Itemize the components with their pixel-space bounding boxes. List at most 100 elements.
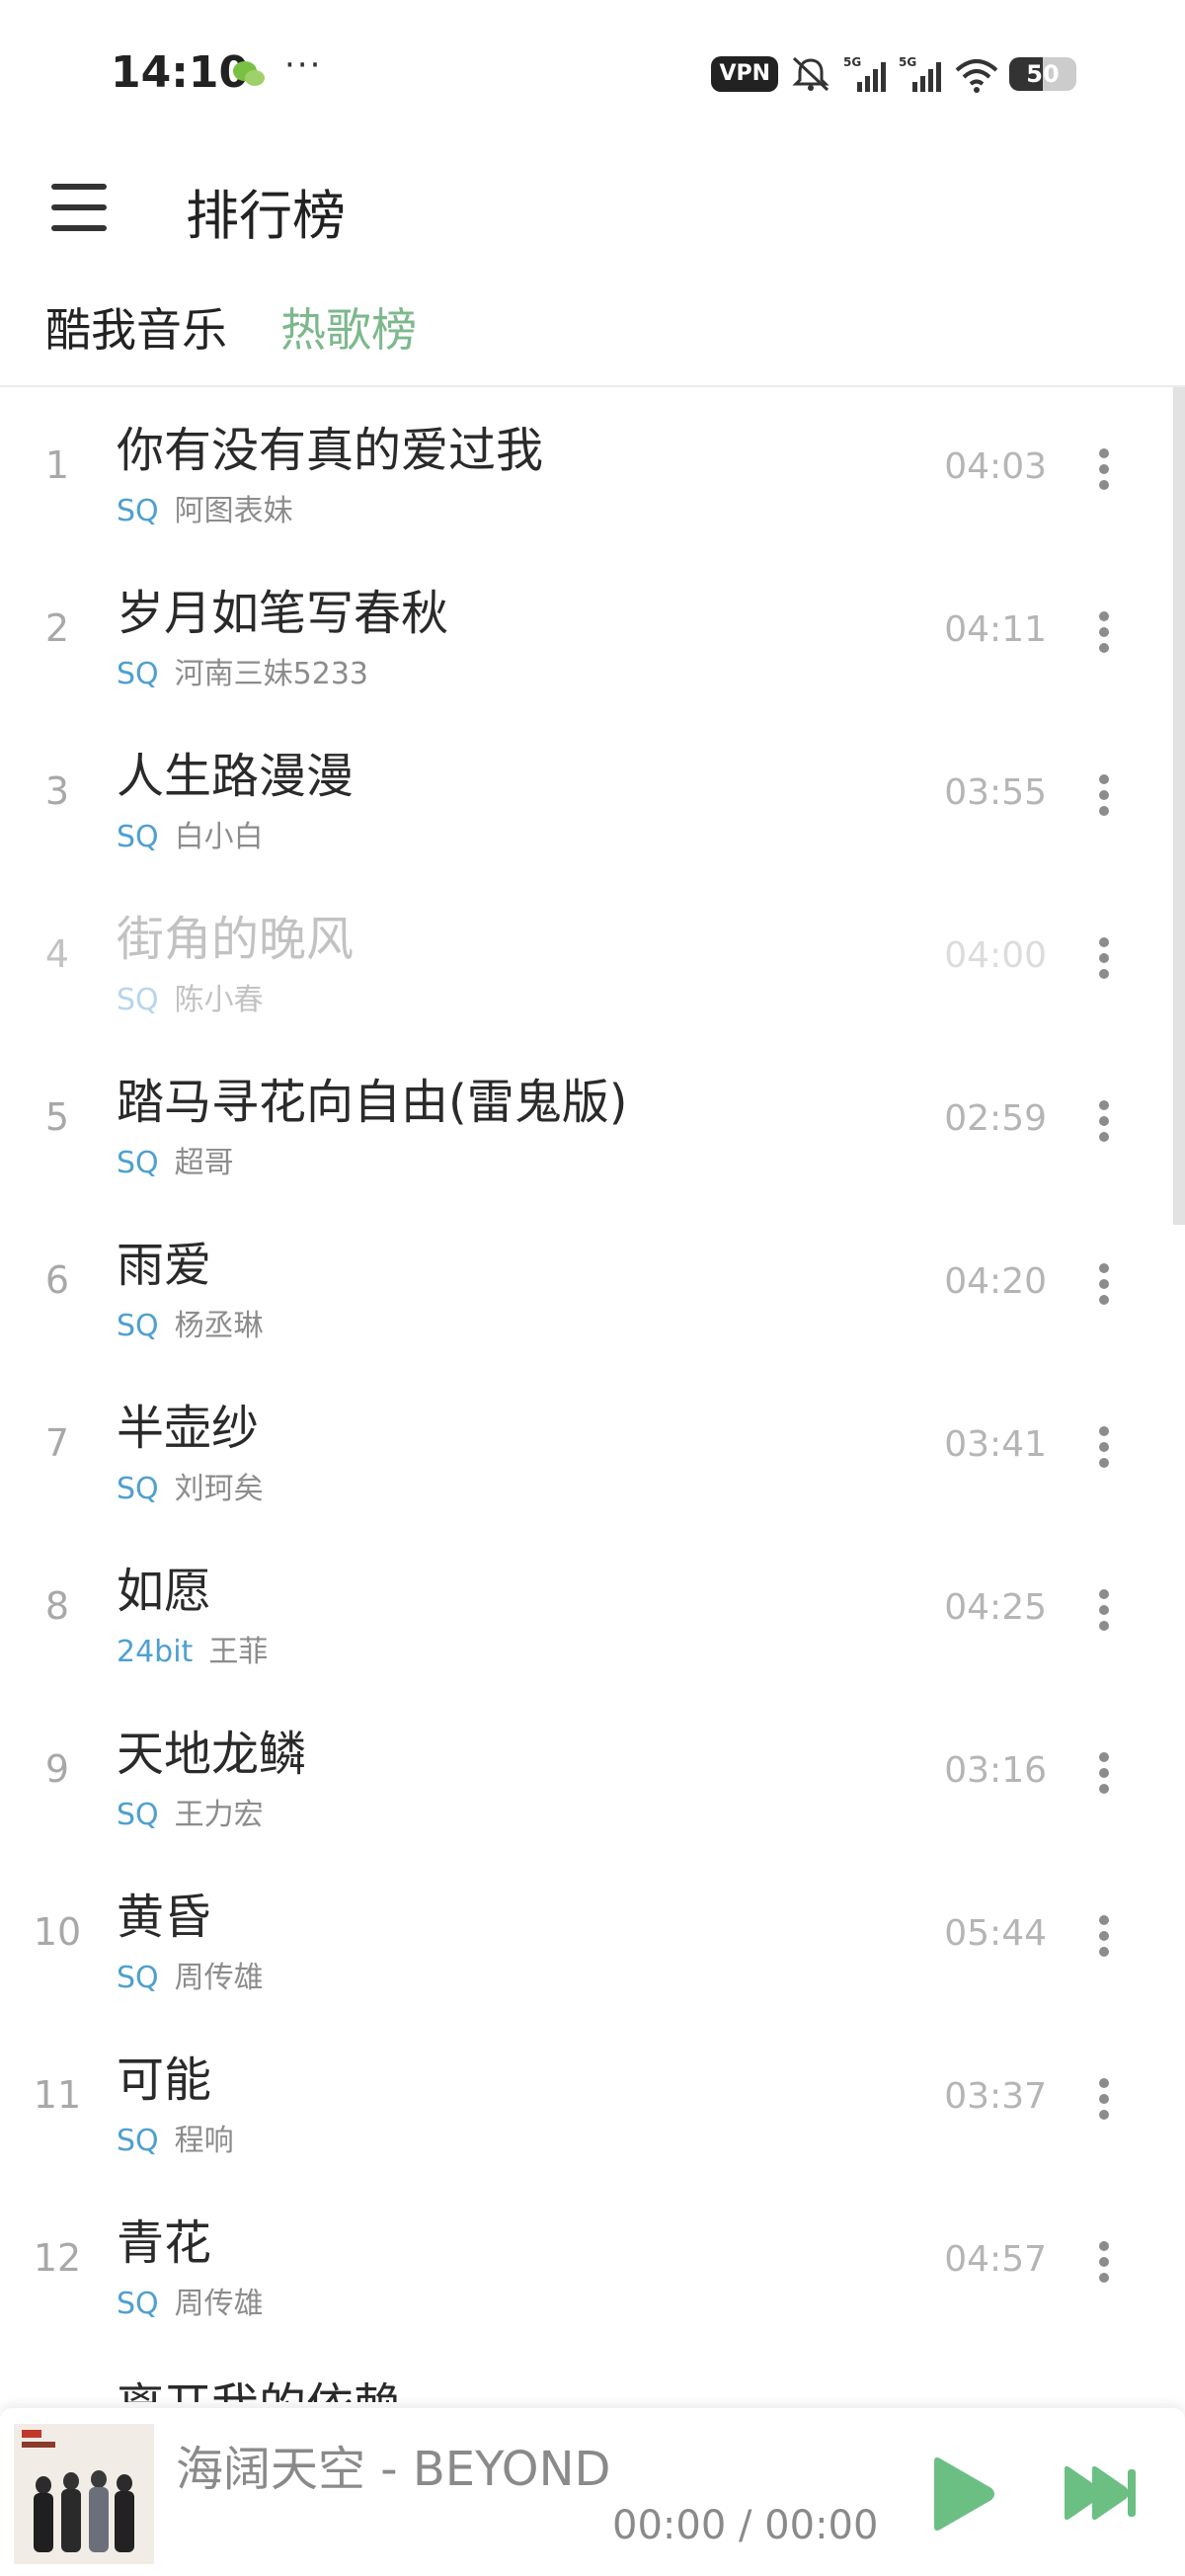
quality-badge: SQ (117, 820, 159, 854)
song-row[interactable]: 7 半壶纱 SQ 刘珂矣 03:41 (0, 1365, 1175, 1528)
now-playing-title: 海阔天空 - BEYOND (176, 2442, 611, 2497)
song-duration: 04:11 (944, 609, 1047, 650)
menu-icon[interactable] (51, 184, 107, 231)
mute-icon (792, 56, 830, 92)
more-options-icon[interactable] (1096, 1589, 1112, 1635)
quality-badge: SQ (117, 1472, 159, 1506)
quality-badge: SQ (117, 494, 159, 528)
status-bar: 14:10 ··· VPN 5G 5G 50 (0, 0, 1185, 148)
song-rank: 1 (44, 443, 70, 487)
song-rank: 7 (44, 1421, 70, 1465)
song-row[interactable]: 6 雨爱 SQ 杨丞琳 04:20 (0, 1202, 1175, 1365)
song-meta: SQ 阿图表妹 (117, 486, 293, 529)
song-title: 黄昏 (117, 1890, 212, 1945)
play-icon[interactable] (926, 2455, 997, 2533)
more-options-icon[interactable] (1096, 2241, 1112, 2287)
svg-text:5G: 5G (899, 55, 916, 69)
song-meta: SQ 刘珂矣 (117, 1464, 264, 1507)
song-title: 你有没有真的爱过我 (117, 423, 544, 478)
song-duration: 04:03 (944, 446, 1047, 487)
song-row[interactable]: 8 如愿 24bit 王菲 04:25 (0, 1528, 1175, 1691)
song-title: 雨爱 (117, 1238, 212, 1293)
svg-text:5G: 5G (843, 55, 861, 69)
song-meta: 24bit 王菲 (117, 1627, 268, 1670)
more-options-icon[interactable] (1096, 448, 1112, 494)
song-duration: 04:00 (944, 935, 1047, 976)
song-artist: 王菲 (208, 1635, 269, 1669)
scrollbar[interactable] (1173, 387, 1185, 1225)
more-options-icon[interactable] (1096, 1426, 1112, 1472)
song-row[interactable]: 13离开我的依赖SQ (0, 2343, 1175, 2402)
more-options-icon[interactable] (1096, 774, 1112, 820)
song-rank: 12 (33, 2236, 82, 2280)
wechat-icon (233, 61, 265, 86)
song-row[interactable]: 12 青花 SQ 周传雄 04:57 (0, 2180, 1175, 2343)
more-options-icon[interactable] (1096, 611, 1112, 657)
song-title: 人生路漫漫 (117, 749, 355, 804)
song-row[interactable]: 3 人生路漫漫 SQ 白小白 03:55 (0, 713, 1175, 876)
song-row[interactable]: 2 岁月如笔写春秋 SQ 河南三妹5233 04:11 (0, 550, 1175, 713)
status-icons: VPN 5G 5G 50 (711, 51, 1076, 97)
song-row[interactable]: 9 天地龙鳞 SQ 王力宏 03:16 (0, 1691, 1175, 1854)
song-duration: 03:55 (944, 772, 1047, 813)
status-more-icon: ··· (284, 45, 323, 85)
song-title: 青花 (117, 2215, 212, 2271)
more-options-icon[interactable] (1096, 937, 1112, 983)
song-row[interactable]: 11 可能 SQ 程响 03:37 (0, 2017, 1175, 2180)
more-options-icon[interactable] (1096, 1263, 1112, 1309)
more-options-icon[interactable] (1096, 1752, 1112, 1798)
song-rank: 10 (33, 1910, 82, 1954)
mini-player[interactable]: 海阔天空 - BEYOND 00:00 / 00:00 (0, 2408, 1185, 2576)
status-time: 14:10 (111, 47, 250, 98)
more-options-icon[interactable] (1096, 2078, 1112, 2124)
song-rank: 2 (44, 606, 70, 650)
song-row[interactable]: 10 黄昏 SQ 周传雄 05:44 (0, 1854, 1175, 2017)
song-rank: 6 (44, 1258, 70, 1302)
song-row[interactable]: 1 你有没有真的爱过我 SQ 阿图表妹 04:03 (0, 387, 1175, 550)
song-duration: 03:16 (944, 1750, 1047, 1791)
page-title: 排行榜 (186, 185, 346, 247)
quality-badge: SQ (117, 1961, 159, 1995)
song-artist: 河南三妹5233 (174, 657, 369, 691)
song-meta: SQ 程响 (117, 2116, 234, 2159)
song-meta: SQ 周传雄 (117, 2279, 264, 2322)
song-title: 如愿 (117, 1564, 212, 1619)
tab-hot-songs[interactable]: 热歌榜 (280, 294, 417, 360)
more-options-icon[interactable] (1096, 1915, 1112, 1961)
song-artist: 周传雄 (174, 1961, 264, 1995)
more-options-icon[interactable] (1096, 1100, 1112, 1146)
next-track-icon[interactable] (1063, 2463, 1138, 2523)
song-meta: SQ 超哥 (117, 1138, 234, 1181)
song-title: 踏马寻花向自由(雷鬼版) (117, 1075, 628, 1130)
song-row[interactable]: 5 踏马寻花向自由(雷鬼版) SQ 超哥 02:59 (0, 1039, 1175, 1202)
song-row[interactable]: 4 街角的晚风 SQ 陈小春 04:00 (0, 876, 1175, 1039)
quality-badge: SQ (117, 983, 159, 1017)
song-rank: 8 (44, 1584, 70, 1628)
song-artist: 陈小春 (174, 983, 264, 1017)
song-artist: 杨丞琳 (174, 1309, 264, 1343)
song-title: 离开我的依赖 (117, 2367, 401, 2402)
song-duration: 03:41 (944, 1424, 1047, 1465)
song-duration: 04:20 (944, 1261, 1047, 1302)
5g-signal-icon: 5G (843, 55, 886, 92)
song-meta: SQ 周传雄 (117, 1953, 264, 1996)
quality-badge: SQ (117, 2287, 159, 2321)
song-artist: 程响 (174, 2124, 234, 2158)
song-meta: SQ 河南三妹5233 (117, 649, 368, 692)
battery-icon: 50 (1009, 57, 1076, 91)
song-artist: 超哥 (174, 1146, 234, 1180)
song-artist: 周传雄 (174, 2287, 264, 2321)
song-rank: 3 (44, 769, 70, 813)
song-duration: 04:57 (944, 2239, 1047, 2280)
quality-badge: SQ (117, 2124, 159, 2158)
song-artist: 刘珂矣 (174, 1472, 264, 1506)
tab-kuwo-music[interactable]: 酷我音乐 (45, 294, 227, 360)
album-cover[interactable] (14, 2424, 154, 2564)
quality-badge: SQ (117, 1309, 159, 1343)
app-bar: 排行榜 (0, 148, 1185, 267)
song-title: 街角的晚风 (117, 912, 355, 967)
song-duration: 05:44 (944, 1913, 1047, 1954)
song-meta: SQ 王力宏 (117, 1790, 264, 1833)
song-list[interactable]: 1 你有没有真的爱过我 SQ 阿图表妹 04:03 2 岁月如笔写春秋 SQ 河南三妹5233 0… (0, 387, 1175, 2402)
song-duration: 02:59 (944, 1098, 1047, 1139)
